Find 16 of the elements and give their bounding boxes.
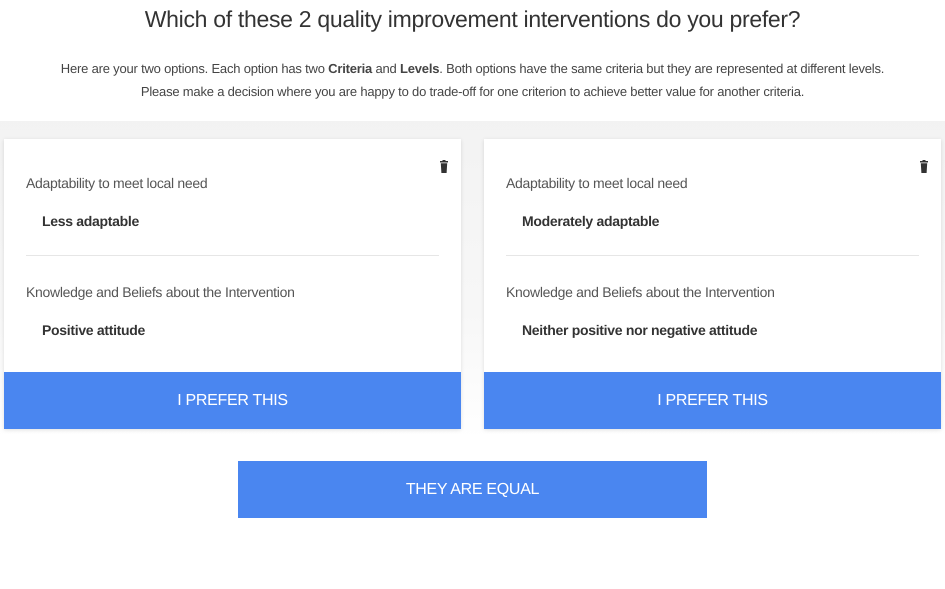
- trash-icon[interactable]: [919, 159, 929, 173]
- criterion-name: Adaptability to meet local need: [26, 175, 208, 191]
- question-title: Which of these 2 quality improvement interventions do you prefer?: [144, 5, 802, 33]
- equal-button[interactable]: THEY ARE EQUAL: [238, 461, 707, 518]
- criterion-level: Moderately adaptable: [521, 213, 660, 229]
- instruction-text: Please make a decision where you are happy to do trade-off for one criterion to achieve better value for another criteria.: [140, 84, 804, 99]
- trash-icon[interactable]: [439, 159, 449, 173]
- criterion-name: Knowledge and Beliefs about the Intervention: [506, 284, 776, 300]
- criterion-level: Neither positive nor negative attitude: [521, 322, 758, 338]
- criterion-name: Adaptability to meet local need: [506, 175, 688, 191]
- criterion-level: Positive attitude: [41, 322, 146, 338]
- criterion-name: Knowledge and Beliefs about the Intervention: [26, 284, 296, 300]
- prefer-button[interactable]: I PREFER THIS: [484, 372, 941, 429]
- instruction-text: Here are your two options. Each option has two Criteria and Levels. Both options have the same criteria but they are represented at different levels.: [60, 61, 884, 76]
- criterion-level: Less adaptable: [41, 213, 140, 229]
- prefer-button[interactable]: I PREFER THIS: [4, 372, 461, 429]
